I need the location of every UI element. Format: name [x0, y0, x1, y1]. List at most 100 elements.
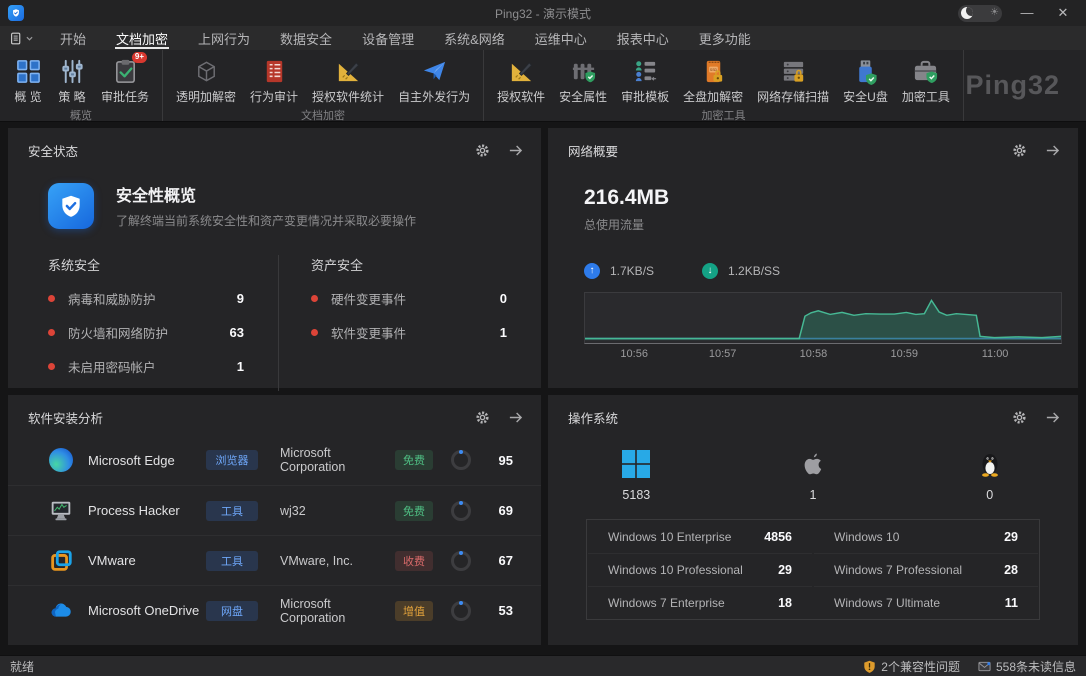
software-row-edge[interactable]: Microsoft Edge 浏览器 Microsoft Corporation… [8, 435, 541, 485]
security-overview-hero[interactable]: 安全性概览 了解终端当前系统安全性和资产变更情况并采取必要操作 [48, 182, 541, 229]
tab-ops-center[interactable]: 运维中心 [520, 26, 602, 50]
category-badge: 工具 [206, 551, 258, 571]
approval-template-button[interactable]: 审批模板 [614, 55, 676, 106]
tab-system-network[interactable]: 系统&网络 [429, 26, 520, 50]
secure-usb-button[interactable]: 安全U盘 [836, 55, 895, 106]
process-hacker-app-icon [48, 498, 74, 524]
transparent-encryption-button[interactable]: 透明加解密 [169, 55, 243, 106]
close-button[interactable]: ✕ [1052, 0, 1074, 26]
security-attributes-button[interactable]: 安全属性 [552, 55, 614, 106]
asset-security-section: 资产安全 硬件变更事件 0 软件变更事件 1 [278, 255, 541, 391]
total-traffic-label: 总使用流量 [584, 216, 1078, 233]
overview-button[interactable]: 概 览 [6, 55, 50, 106]
settings-gear-icon[interactable] [475, 410, 490, 425]
arrow-right-icon[interactable] [1045, 143, 1060, 158]
audit-list-icon [259, 56, 289, 86]
price-badge: 免费 [395, 450, 433, 470]
table-cell[interactable]: Windows 7 Professional28 [814, 553, 1038, 586]
shield-check-icon [48, 183, 94, 229]
price-badge: 收费 [395, 551, 433, 571]
os-apple[interactable]: 1 [725, 445, 902, 502]
tab-device-management[interactable]: 设备管理 [347, 26, 429, 50]
fence-shield-icon [568, 56, 598, 86]
software-row-onedrive[interactable]: Microsoft OneDrive 网盘 Microsoft Corporat… [8, 585, 541, 635]
alert-dot-icon [48, 363, 55, 370]
toolbar-group-doc-encryption: 透明加解密 行为审计 授权软件统计 [163, 50, 484, 121]
ribbon-toolbar: 概 览 策 略 9+ 审批任务 概览 [0, 50, 1086, 122]
ruler-pen-icon [333, 56, 363, 86]
outgoing-behavior-button[interactable]: 自主外发行为 [391, 55, 477, 106]
compatibility-issues[interactable]: 2个兼容性问题 [863, 658, 960, 675]
table-row: Windows 10 Enterprise4856 Windows 1029 [587, 520, 1039, 553]
dark-mode-icon[interactable] [961, 7, 973, 19]
panel-title: 操作系统 [568, 408, 1012, 427]
panel-title: 安全状态 [28, 141, 475, 160]
settings-gear-icon[interactable] [1012, 143, 1027, 158]
security-metric-row[interactable]: 防火墙和网络防护 63 [48, 323, 244, 342]
software-row-process-hacker[interactable]: Process Hacker 工具 wj32 免费 69 [8, 485, 541, 535]
table-cell[interactable]: Windows 10 Professional29 [588, 553, 812, 586]
workflow-icon [630, 56, 660, 86]
score-gauge [451, 501, 471, 521]
security-metric-row[interactable]: 未启用密码帐户 1 [48, 357, 244, 376]
security-metric-row[interactable]: 软件变更事件 1 [311, 323, 507, 342]
download-speed: 1.2KB/SS [728, 264, 780, 278]
arrow-right-icon[interactable] [508, 143, 523, 158]
alert-dot-icon [48, 329, 55, 336]
unread-messages[interactable]: 558条未读信息 [978, 658, 1076, 675]
os-linux[interactable]: 0 [901, 445, 1078, 502]
tab-internet-behavior[interactable]: 上网行为 [183, 26, 265, 50]
total-traffic-value: 216.4MB [584, 186, 1078, 210]
tab-report-center[interactable]: 报表中心 [602, 26, 684, 50]
ribbon-tabbar: 开始 文档加密 上网行为 数据安全 设备管理 系统&网络 运维中心 报表中心 更… [0, 26, 1086, 50]
tab-start[interactable]: 开始 [45, 26, 101, 50]
network-storage-scan-button[interactable]: 网络存储扫描 [750, 55, 836, 106]
arrow-right-icon[interactable] [1045, 410, 1060, 425]
panel-title: 网络概要 [568, 141, 1012, 160]
authorized-software-button[interactable]: 授权软件 [490, 55, 552, 106]
table-cell[interactable]: Windows 10 Enterprise4856 [588, 520, 812, 553]
table-cell[interactable]: Windows 7 Ultimate11 [814, 586, 1038, 619]
tab-document-encryption[interactable]: 文档加密 [101, 26, 183, 50]
security-metric-row[interactable]: 硬件变更事件 0 [311, 289, 507, 308]
download-arrow-icon: ↓ [702, 263, 718, 279]
approval-tasks-button[interactable]: 9+ 审批任务 [94, 55, 156, 106]
os-windows[interactable]: 5183 [548, 445, 725, 502]
table-cell[interactable]: Windows 7 Enterprise18 [588, 586, 812, 619]
security-metric-row[interactable]: 病毒和威胁防护 9 [48, 289, 244, 308]
minimize-button[interactable]: — [1016, 0, 1038, 26]
settings-gear-icon[interactable] [475, 143, 490, 158]
clipboard-check-icon: 9+ [110, 56, 140, 86]
ssd-lock-icon: SSD [698, 56, 728, 86]
price-badge: 免费 [395, 501, 433, 521]
chevron-down-icon [26, 35, 33, 42]
linux-tux-icon [975, 445, 1005, 479]
toolbar-group-encryption-tools: 授权软件 安全属性 审批模板 SSD [484, 50, 964, 121]
light-mode-icon[interactable]: ☀ [990, 8, 999, 18]
ruler-pen-icon [506, 56, 536, 86]
policy-button[interactable]: 策 略 [50, 55, 94, 106]
dashboard-content: 安全状态 安全性概览 了解终端当前系统安全性和资产变更情况并采取必要操作 [0, 123, 1086, 655]
software-row-vmware[interactable]: VMware 工具 VMware, Inc. 收费 67 [8, 535, 541, 585]
file-menu-button[interactable] [0, 26, 45, 50]
onedrive-app-icon [48, 598, 74, 624]
category-badge: 工具 [206, 501, 258, 521]
panel-operating-system: 操作系统 5183 1 [548, 395, 1078, 645]
cube-icon [191, 56, 221, 86]
price-badge: 增值 [395, 601, 433, 621]
brand-watermark: Ping32 [965, 70, 1086, 101]
panel-security-status: 安全状态 安全性概览 了解终端当前系统安全性和资产变更情况并采取必要操作 [8, 128, 541, 388]
behavior-audit-button[interactable]: 行为审计 [243, 55, 305, 106]
network-traffic-chart[interactable] [584, 292, 1062, 344]
theme-toggle[interactable]: ☀ [958, 5, 1002, 22]
full-disk-encryption-button[interactable]: SSD 全盘加解密 [676, 55, 750, 106]
table-cell[interactable]: Windows 1029 [814, 520, 1038, 553]
score-gauge [451, 450, 471, 470]
authorized-software-stats-button[interactable]: 授权软件统计 [305, 55, 391, 106]
tab-more-features[interactable]: 更多功能 [684, 26, 766, 50]
x-tick: 10:57 [709, 348, 737, 360]
tab-data-security[interactable]: 数据安全 [265, 26, 347, 50]
arrow-right-icon[interactable] [508, 410, 523, 425]
settings-gear-icon[interactable] [1012, 410, 1027, 425]
encryption-tools-button[interactable]: 加密工具 [895, 55, 957, 106]
